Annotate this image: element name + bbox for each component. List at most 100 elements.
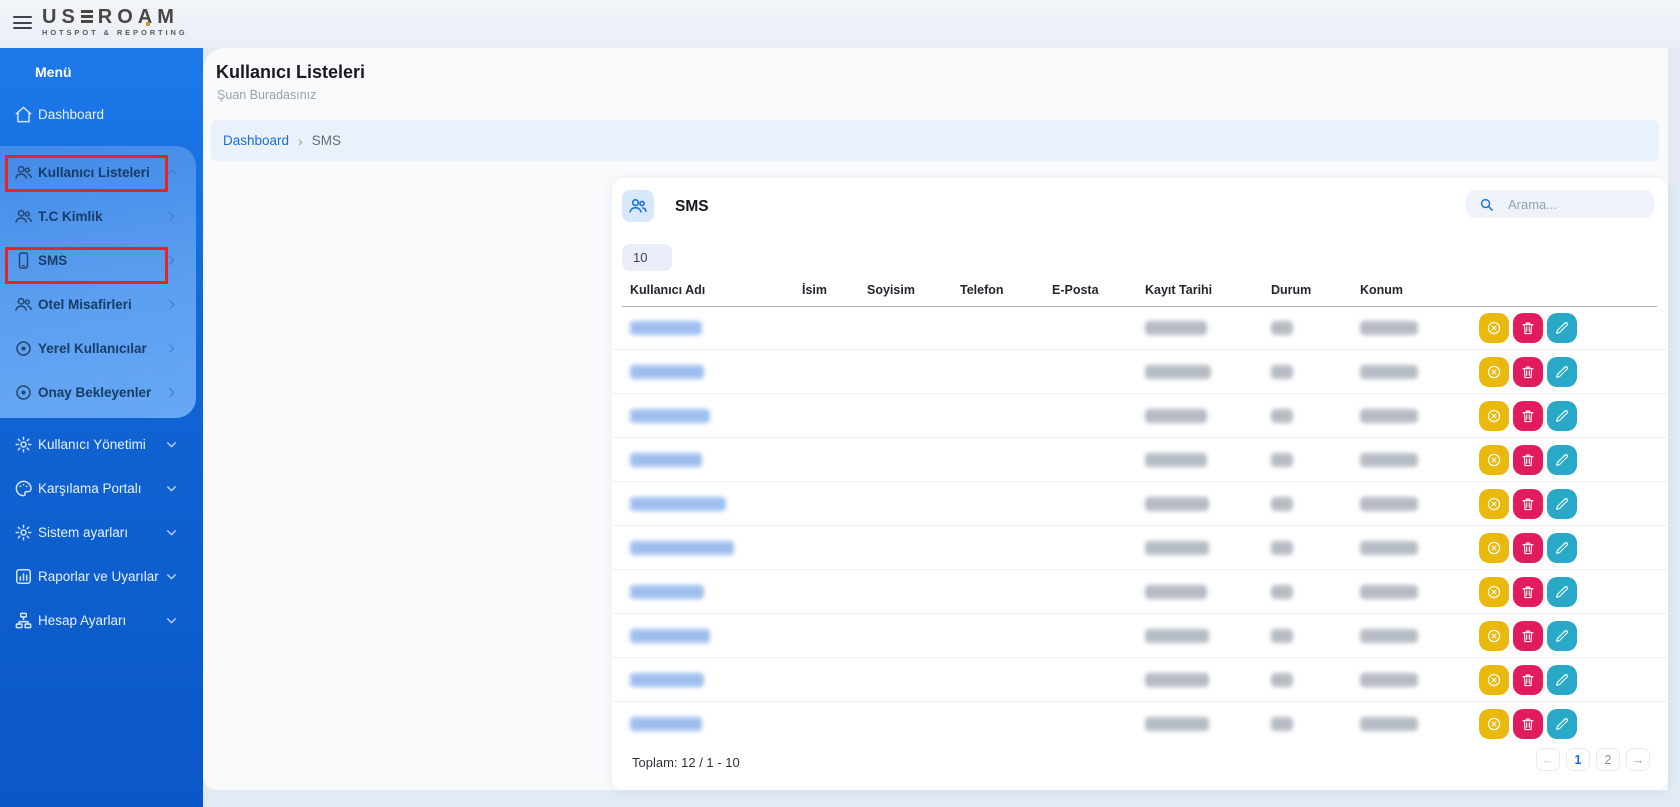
sidebar-item-karsilama-portali[interactable]: Karşılama Portalı: [0, 466, 203, 510]
palette-icon: [14, 479, 33, 498]
redacted-username-link[interactable]: [630, 629, 710, 643]
breadcrumb-current: SMS: [312, 133, 341, 148]
sidebar-item-yerel-kullanicilar[interactable]: Yerel Kullanıcılar: [0, 326, 196, 370]
page-2-button[interactable]: 2: [1596, 748, 1620, 771]
page-title: Kullanıcı Listeleri: [216, 62, 365, 83]
column-header-kayit-tarihi[interactable]: Kayıt Tarihi: [1145, 283, 1212, 297]
pagination: ← 1 2 →: [1536, 748, 1650, 771]
page-subtitle: Şuan Buradasınız: [217, 88, 316, 102]
next-page-button[interactable]: →: [1626, 748, 1650, 771]
redacted-username-link[interactable]: [630, 365, 704, 379]
redacted-username-link[interactable]: [630, 497, 726, 511]
sidebar-item-otel-misafirleri[interactable]: Otel Misafirleri: [0, 282, 196, 326]
edit-button[interactable]: [1547, 665, 1577, 695]
logo-wordmark: USROAM: [42, 6, 188, 28]
redacted-username-link[interactable]: [630, 585, 704, 599]
edit-button[interactable]: [1547, 445, 1577, 475]
hamburger-menu-icon[interactable]: [13, 16, 32, 31]
pencil-icon: [1554, 540, 1570, 556]
prev-page-button[interactable]: ←: [1536, 748, 1560, 771]
edit-button[interactable]: [1547, 709, 1577, 739]
users-icon: [14, 163, 33, 182]
breadcrumb: Dashboard › SMS: [211, 120, 1659, 161]
sidebar: Menü Dashboard Kullanıcı Listeleri T.C K…: [0, 48, 203, 807]
edit-button[interactable]: [1547, 577, 1577, 607]
edit-button[interactable]: [1547, 489, 1577, 519]
redacted-registration-date: [1145, 497, 1209, 511]
sidebar-item-dashboard[interactable]: Dashboard: [0, 92, 203, 136]
column-header-durum[interactable]: Durum: [1271, 283, 1311, 297]
delete-button[interactable]: [1513, 313, 1543, 343]
sidebar-item-kullanici-listeleri[interactable]: Kullanıcı Listeleri: [0, 150, 196, 194]
page-1-button[interactable]: 1: [1566, 748, 1590, 771]
deactivate-button[interactable]: [1479, 533, 1509, 563]
trash-icon: [1520, 496, 1536, 512]
delete-button[interactable]: [1513, 401, 1543, 431]
search-input[interactable]: [1508, 197, 1638, 212]
table-row: [612, 614, 1668, 658]
circle-x-icon: [1486, 584, 1502, 600]
sidebar-submenu-user-lists: Kullanıcı Listeleri T.C Kimlik SMS Otel …: [0, 146, 196, 418]
target-icon: [14, 383, 33, 402]
column-header-eposta[interactable]: E-Posta: [1052, 283, 1099, 297]
page-size-selector[interactable]: 10: [622, 244, 672, 271]
edit-button[interactable]: [1547, 313, 1577, 343]
delete-button[interactable]: [1513, 533, 1543, 563]
delete-button[interactable]: [1513, 357, 1543, 387]
column-header-isim[interactable]: İsim: [802, 283, 827, 297]
deactivate-button[interactable]: [1479, 709, 1509, 739]
column-header-kullanici-adi[interactable]: Kullanıcı Adı: [630, 283, 705, 297]
sidebar-item-tc-kimlik[interactable]: T.C Kimlik: [0, 194, 196, 238]
deactivate-button[interactable]: [1479, 401, 1509, 431]
pencil-icon: [1554, 628, 1570, 644]
redacted-username-link[interactable]: [630, 673, 704, 687]
delete-button[interactable]: [1513, 665, 1543, 695]
sidebar-item-kullanici-yonetimi[interactable]: Kullanıcı Yönetimi: [0, 422, 203, 466]
edit-button[interactable]: [1547, 401, 1577, 431]
deactivate-button[interactable]: [1479, 313, 1509, 343]
delete-button[interactable]: [1513, 709, 1543, 739]
search-box[interactable]: [1466, 190, 1654, 218]
column-header-konum[interactable]: Konum: [1360, 283, 1403, 297]
table-row: [612, 526, 1668, 570]
edit-button[interactable]: [1547, 621, 1577, 651]
column-header-telefon[interactable]: Telefon: [960, 283, 1004, 297]
redacted-username-link[interactable]: [630, 717, 702, 731]
sidebar-item-onay-bekleyenler[interactable]: Onay Bekleyenler: [0, 370, 196, 414]
deactivate-button[interactable]: [1479, 665, 1509, 695]
delete-button[interactable]: [1513, 489, 1543, 519]
circle-x-icon: [1486, 320, 1502, 336]
redacted-status: [1271, 585, 1293, 599]
sidebar-item-hesap-ayarlari[interactable]: Hesap Ayarları: [0, 598, 203, 642]
pencil-icon: [1554, 408, 1570, 424]
table-row: [612, 306, 1668, 350]
redacted-username-link[interactable]: [630, 409, 710, 423]
edit-button[interactable]: [1547, 357, 1577, 387]
delete-button[interactable]: [1513, 577, 1543, 607]
deactivate-button[interactable]: [1479, 577, 1509, 607]
circle-x-icon: [1486, 628, 1502, 644]
table-row: [612, 658, 1668, 702]
sidebar-item-sms[interactable]: SMS: [0, 238, 196, 282]
breadcrumb-link-dashboard[interactable]: Dashboard: [223, 133, 289, 148]
menu-label: Menü: [0, 48, 203, 92]
redacted-username-link[interactable]: [630, 453, 702, 467]
redacted-registration-date: [1145, 453, 1207, 467]
redacted-registration-date: [1145, 717, 1209, 731]
delete-button[interactable]: [1513, 621, 1543, 651]
delete-button[interactable]: [1513, 445, 1543, 475]
chevron-up-icon: [165, 166, 178, 179]
sidebar-item-raporlar-ve-uyarilar[interactable]: Raporlar ve Uyarılar: [0, 554, 203, 598]
sidebar-item-sistem-ayarlari[interactable]: Sistem ayarları: [0, 510, 203, 554]
deactivate-button[interactable]: [1479, 357, 1509, 387]
redacted-username-link[interactable]: [630, 321, 702, 335]
deactivate-button[interactable]: [1479, 489, 1509, 519]
redacted-username-link[interactable]: [630, 541, 734, 555]
deactivate-button[interactable]: [1479, 621, 1509, 651]
circle-x-icon: [1486, 540, 1502, 556]
edit-button[interactable]: [1547, 533, 1577, 563]
deactivate-button[interactable]: [1479, 445, 1509, 475]
column-header-soyisim[interactable]: Soyisim: [867, 283, 915, 297]
main-content: Kullanıcı Listeleri Şuan Buradasınız Das…: [203, 48, 1668, 790]
redacted-location: [1360, 629, 1418, 643]
